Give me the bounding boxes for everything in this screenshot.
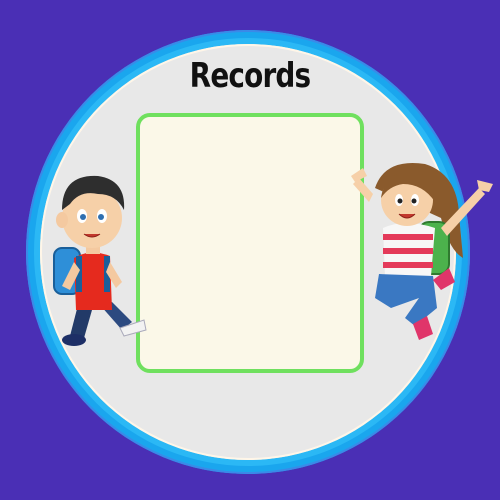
records-title: Records xyxy=(189,56,311,96)
records-panel xyxy=(136,113,364,373)
boy-character xyxy=(53,175,147,346)
girl-character xyxy=(351,163,493,340)
